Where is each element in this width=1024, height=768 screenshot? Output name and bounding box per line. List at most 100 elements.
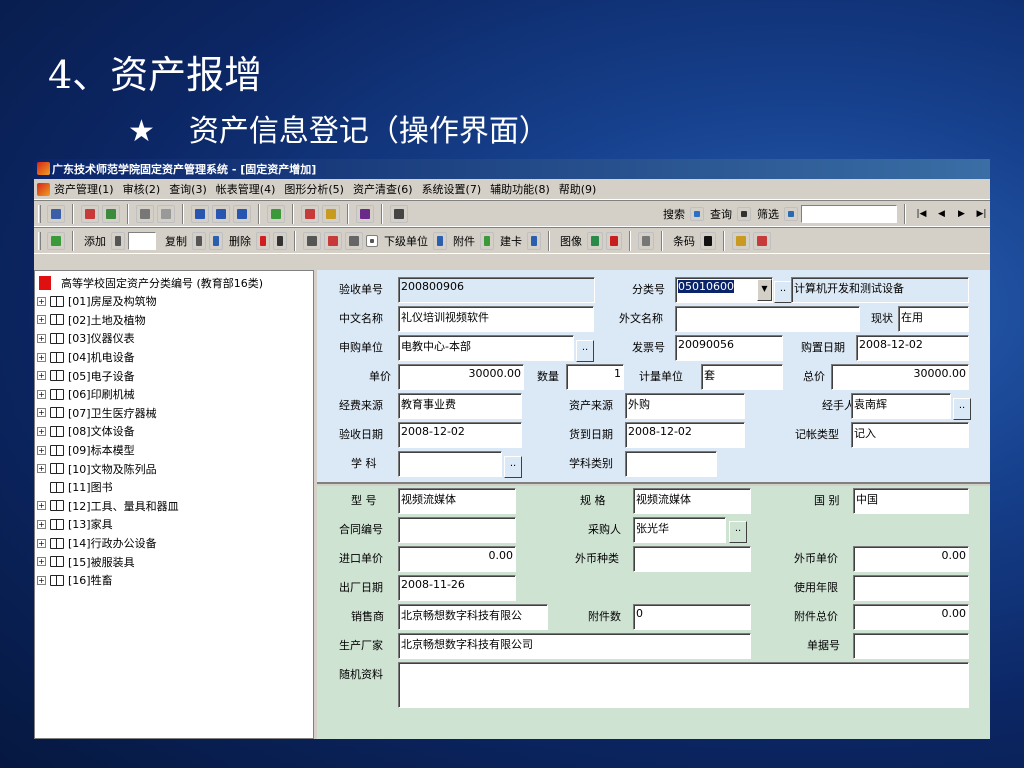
tree-item[interactable]: + [15]被服装具 xyxy=(37,552,311,571)
expand-icon[interactable]: + xyxy=(37,408,46,418)
asset-source-field[interactable]: 外购 xyxy=(625,393,745,419)
exit-icon[interactable] xyxy=(390,204,408,223)
quantity-field[interactable]: 1 xyxy=(566,364,624,390)
search-label[interactable]: 搜索 xyxy=(663,206,685,222)
model-field[interactable]: 视频流媒体 xyxy=(398,488,516,514)
delete-label[interactable]: 删除 xyxy=(229,233,251,249)
batch-icon[interactable] xyxy=(209,231,223,250)
manufacturer-field[interactable]: 北京畅想数字科技有限公司 xyxy=(398,633,751,659)
accessories-field[interactable] xyxy=(398,662,969,708)
buyer-browse-button[interactable]: .. xyxy=(729,521,747,543)
split-icon[interactable] xyxy=(303,231,321,250)
bookkeeping-type-field[interactable]: 记入 xyxy=(851,422,969,448)
tree-item[interactable]: + [04]机电设备 xyxy=(37,348,311,367)
refresh-icon[interactable] xyxy=(267,204,285,223)
expand-icon[interactable]: + xyxy=(37,426,46,436)
barcode-label[interactable]: 条码 xyxy=(673,233,695,249)
tree-item[interactable]: + [07]卫生医疗器械 xyxy=(37,404,311,423)
acceptance-date-field[interactable]: 2008-12-02 xyxy=(398,422,522,448)
expand-icon[interactable]: + xyxy=(37,501,46,511)
barcode-icon[interactable] xyxy=(700,231,716,250)
expand-icon[interactable]: + xyxy=(37,445,46,455)
reload-icon[interactable] xyxy=(47,231,65,250)
expand-icon[interactable]: + xyxy=(37,352,46,362)
menu-query[interactable]: 查询(3) xyxy=(169,181,207,197)
binoculars-icon[interactable] xyxy=(737,206,751,221)
menu-system-settings[interactable]: 系统设置(7) xyxy=(422,181,482,197)
attach-label[interactable]: 附件 xyxy=(453,233,475,249)
cn-name-field[interactable]: 礼仪培训视频软件 xyxy=(398,306,594,332)
apply-unit-browse-button[interactable]: .. xyxy=(576,340,594,362)
table-icon[interactable] xyxy=(191,204,209,223)
expand-icon[interactable]: + xyxy=(37,464,46,474)
tree-item[interactable]: + [12]工具、量具和器皿 xyxy=(37,497,311,516)
import-price-field[interactable]: 0.00 xyxy=(398,546,516,572)
sort-icon[interactable] xyxy=(433,231,447,250)
contract-no-field[interactable] xyxy=(398,517,516,543)
image-icon[interactable] xyxy=(587,231,603,250)
tree-item[interactable]: + [02]土地及植物 xyxy=(37,311,311,330)
lower-unit-checkbox[interactable] xyxy=(366,234,378,247)
tree-item[interactable]: + [09]标本模型 xyxy=(37,441,311,460)
globe-icon[interactable] xyxy=(356,204,374,223)
tree-item[interactable]: + [06]印刷机械 xyxy=(37,385,311,404)
fund-source-field[interactable]: 教育事业费 xyxy=(398,393,522,419)
apply-unit-field[interactable]: 电教中心-本部 xyxy=(398,335,574,361)
tree-item[interactable]: + [16]牲畜 xyxy=(37,571,311,590)
menu-audit[interactable]: 审核(2) xyxy=(123,181,161,197)
arrival-date-field[interactable]: 2008-12-02 xyxy=(625,422,745,448)
filter-label[interactable]: 筛选 xyxy=(757,206,779,222)
tree-item[interactable]: [11]图书 xyxy=(37,478,311,497)
close-doc-icon[interactable] xyxy=(753,231,771,250)
copy-icon[interactable] xyxy=(192,231,206,250)
scanner-icon[interactable] xyxy=(638,231,654,250)
seller-field[interactable]: 北京畅想数字科技有限公 xyxy=(398,604,548,630)
class-name-field[interactable]: 计算机开发和测试设备 xyxy=(791,277,969,303)
foreign-name-field[interactable] xyxy=(675,306,860,332)
add-count-input[interactable] xyxy=(128,231,156,250)
subject-field[interactable] xyxy=(398,451,502,477)
users-icon[interactable] xyxy=(301,204,319,223)
add-icon[interactable] xyxy=(111,231,125,250)
menu-graph-analysis[interactable]: 图形分析(5) xyxy=(284,181,344,197)
currency-field[interactable] xyxy=(633,546,751,572)
card-label[interactable]: 建卡 xyxy=(500,233,522,249)
check-icon[interactable] xyxy=(157,204,175,223)
card-icon[interactable] xyxy=(527,231,541,250)
add-label[interactable]: 添加 xyxy=(84,233,106,249)
attachment-count-field[interactable]: 0 xyxy=(633,604,751,630)
menu-tools[interactable]: 辅助功能(8) xyxy=(490,181,550,197)
expand-icon[interactable]: + xyxy=(37,371,46,381)
subject-browse-button[interactable]: .. xyxy=(504,456,522,478)
class-no-dropdown-icon[interactable]: ▼ xyxy=(757,279,772,301)
expand-icon[interactable]: + xyxy=(37,333,46,343)
expand-icon[interactable]: + xyxy=(37,519,46,529)
status-field[interactable]: 在用 xyxy=(898,306,969,332)
expand-icon[interactable]: + xyxy=(37,315,46,325)
report-icon[interactable] xyxy=(212,204,230,223)
menu-help[interactable]: 帮助(9) xyxy=(559,181,597,197)
handler-browse-button[interactable]: .. xyxy=(953,398,971,420)
class-no-browse-button[interactable]: .. xyxy=(774,281,792,303)
preview-icon[interactable] xyxy=(136,204,154,223)
country-field[interactable]: 中国 xyxy=(853,488,969,514)
acceptance-no-field[interactable]: 200800906 xyxy=(398,277,595,303)
unit-price-field[interactable]: 30000.00 xyxy=(398,364,524,390)
tree-root[interactable]: 高等学校固定资产分类编号 (教育部16类) xyxy=(37,274,311,292)
expand-icon[interactable]: + xyxy=(37,575,46,585)
tree-item[interactable]: + [08]文体设备 xyxy=(37,422,311,441)
last-record-icon[interactable]: ▶| xyxy=(973,205,990,222)
expand-icon[interactable]: + xyxy=(37,557,46,567)
handler-field[interactable]: 袁南辉 xyxy=(851,393,951,419)
tree-item[interactable]: + [05]电子设备 xyxy=(37,366,311,385)
remove-image-icon[interactable] xyxy=(606,231,622,250)
tree-item[interactable]: + [03]仪器仪表 xyxy=(37,329,311,348)
help-icon[interactable] xyxy=(322,204,340,223)
unit-field[interactable]: 套 xyxy=(701,364,783,390)
filter-icon[interactable] xyxy=(784,206,798,221)
expand-icon[interactable]: + xyxy=(37,296,46,306)
factory-date-field[interactable]: 2008-11-26 xyxy=(398,575,516,601)
help-book-icon[interactable] xyxy=(732,231,750,250)
tree-item[interactable]: + [14]行政办公设备 xyxy=(37,534,311,553)
tree-item[interactable]: + [10]文物及陈列品 xyxy=(37,459,311,478)
